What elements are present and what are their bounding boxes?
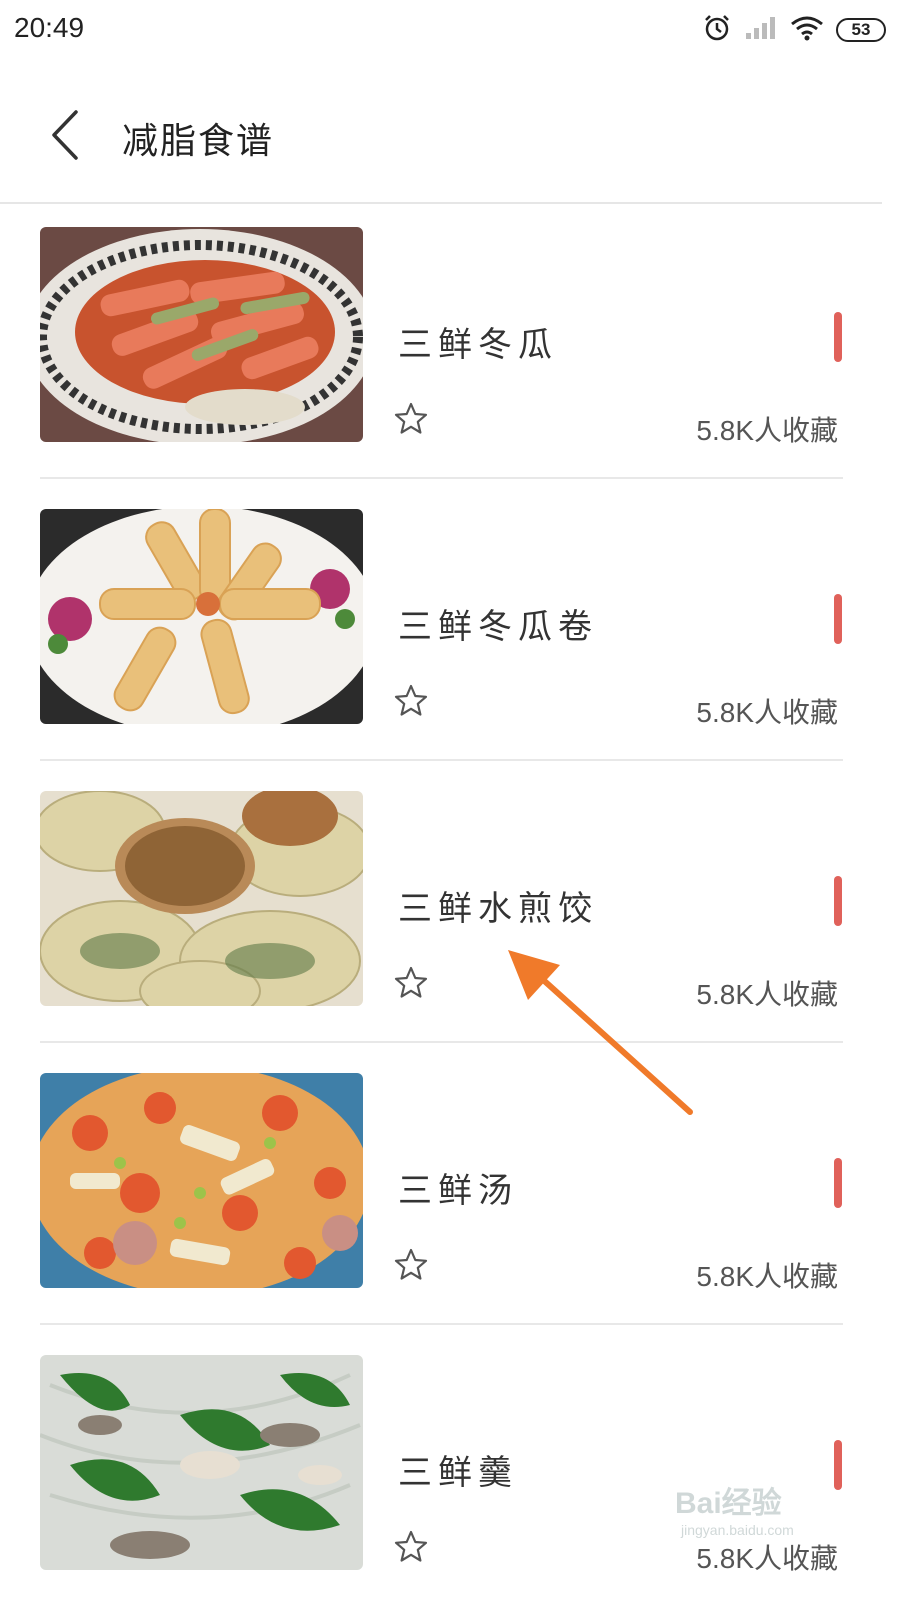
item-divider bbox=[40, 759, 843, 761]
recipe-thumbnail bbox=[40, 227, 363, 442]
recipe-name: 三鲜水煎饺 bbox=[398, 889, 598, 929]
accent-bar bbox=[834, 312, 842, 362]
accent-bar bbox=[834, 1440, 842, 1490]
app-header: 减脂食谱 bbox=[0, 70, 900, 200]
recipe-name: 三鲜冬瓜 bbox=[398, 325, 558, 365]
recipe-thumbnail bbox=[40, 1073, 363, 1288]
signal-icon bbox=[744, 15, 778, 45]
favorite-count: 5.8K人收藏 bbox=[696, 1261, 838, 1292]
wifi-icon bbox=[790, 15, 824, 45]
recipe-name: 三鲜冬瓜卷 bbox=[398, 607, 598, 647]
recipe-thumbnail bbox=[40, 791, 363, 1006]
recipe-item[interactable]: 三鲜水煎饺 5.8K人收藏 bbox=[0, 769, 900, 1051]
star-icon[interactable] bbox=[393, 1529, 429, 1565]
page-title: 减脂食谱 bbox=[122, 121, 275, 162]
status-time: 20:49 bbox=[14, 12, 85, 43]
star-icon[interactable] bbox=[393, 401, 429, 437]
chevron-left-icon bbox=[52, 110, 78, 160]
favorite-count: 5.8K人收藏 bbox=[696, 697, 838, 728]
favorite-count: 5.8K人收藏 bbox=[696, 415, 838, 446]
recipe-item[interactable]: 三鲜羹 5.8K人收藏 bbox=[0, 1333, 900, 1615]
recipe-thumbnail bbox=[40, 509, 363, 724]
accent-bar bbox=[834, 876, 842, 926]
alarm-icon bbox=[702, 13, 732, 47]
star-icon[interactable] bbox=[393, 965, 429, 1001]
battery-icon: 53 bbox=[836, 18, 886, 42]
status-icons: 53 bbox=[702, 12, 886, 48]
item-divider bbox=[40, 1041, 843, 1043]
item-divider bbox=[40, 1323, 843, 1325]
header-divider bbox=[0, 202, 882, 204]
status-bar: 20:49 53 bbox=[0, 0, 900, 60]
recipe-list: 三鲜冬瓜 5.8K人收藏 三鲜冬瓜卷 5.8K人收藏 三鲜水煎饺 5.8K人收藏… bbox=[0, 205, 900, 1615]
recipe-item[interactable]: 三鲜冬瓜 5.8K人收藏 bbox=[0, 205, 900, 487]
favorite-count: 5.8K人收藏 bbox=[696, 1543, 838, 1574]
recipe-item[interactable]: 三鲜汤 5.8K人收藏 bbox=[0, 1051, 900, 1333]
star-icon[interactable] bbox=[393, 1247, 429, 1283]
recipe-name: 三鲜羹 bbox=[398, 1453, 518, 1493]
accent-bar bbox=[834, 1158, 842, 1208]
star-icon[interactable] bbox=[393, 683, 429, 719]
recipe-name: 三鲜汤 bbox=[398, 1171, 518, 1211]
back-button[interactable] bbox=[40, 105, 90, 165]
accent-bar bbox=[834, 594, 842, 644]
favorite-count: 5.8K人收藏 bbox=[696, 979, 838, 1010]
recipe-thumbnail bbox=[40, 1355, 363, 1570]
item-divider bbox=[40, 477, 843, 479]
recipe-item[interactable]: 三鲜冬瓜卷 5.8K人收藏 bbox=[0, 487, 900, 769]
